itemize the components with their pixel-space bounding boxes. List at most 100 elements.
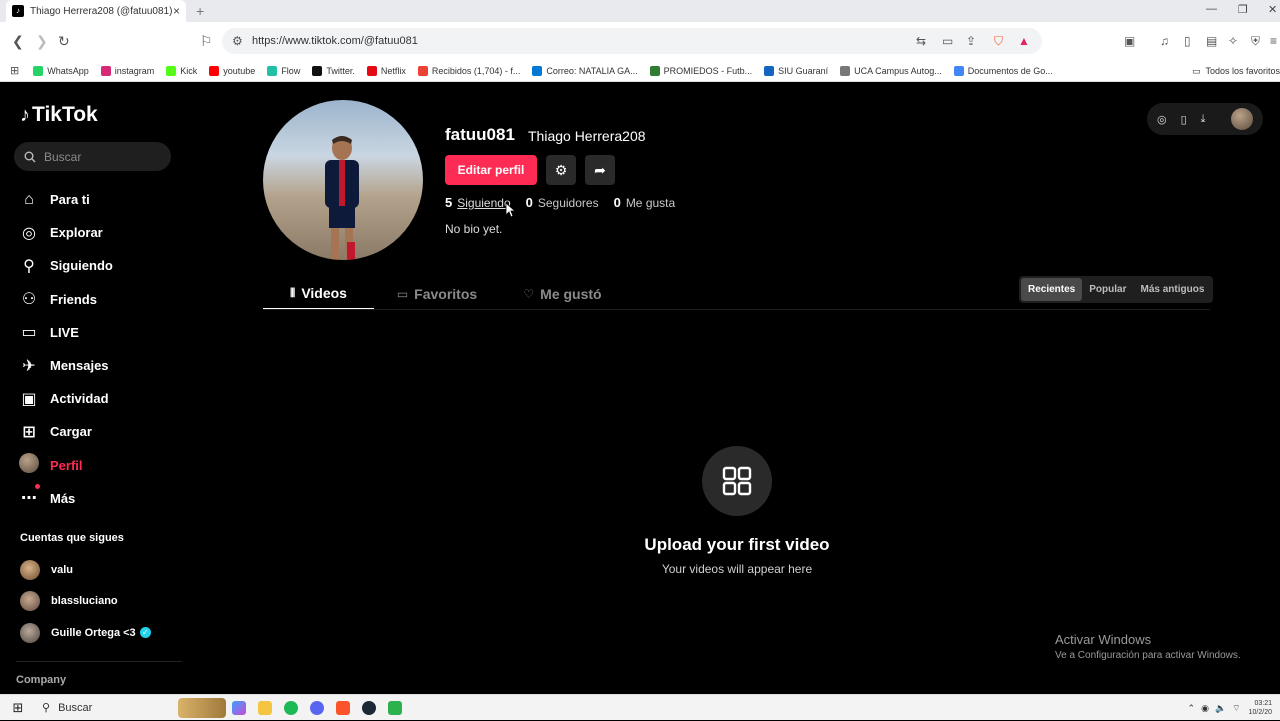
bookmark-item[interactable]: UCA Campus Autog... [840,65,942,76]
following-account-guille[interactable]: Guille Ortega <3 ✓ [20,617,151,649]
sidebar-item-explorar[interactable]: ◎ Explorar [18,216,188,249]
vpn-icon[interactable]: ⛨ [1251,34,1260,49]
tab-videos[interactable]: ⦀ Videos [263,278,374,310]
sidebar-item-para-ti[interactable]: ⌂ Para ti [18,183,188,216]
bookmark-item[interactable]: Flow [267,65,300,76]
back-icon[interactable]: ❮ [12,33,24,50]
sidebar-item-actividad[interactable]: ▣ Actividad [18,382,188,415]
close-tab-icon[interactable]: × [173,4,180,18]
bookmark-item[interactable]: Kick [166,65,198,76]
volume-icon[interactable]: 🔈 [1215,703,1226,714]
search-input[interactable] [44,149,154,164]
sort-toggle: Recientes Popular Más antiguos [1019,276,1214,303]
wallet-icon[interactable]: ▤ [1206,34,1217,48]
bookmark-item[interactable]: Recibidos (1,704) - f... [417,65,520,76]
cast-icon[interactable]: ▭ [942,34,953,48]
settings-button[interactable]: ⚙ [546,155,576,185]
chevron-up-icon[interactable]: ⌃ [1188,703,1196,714]
sidebar-toggle-icon[interactable]: ▣ [1124,34,1135,48]
bookmark-favicon-icon [649,65,660,76]
browser-tab[interactable]: ♪ Thiago Herrera208 (@fatuu081) × [6,0,186,22]
bookmark-item[interactable]: Netflix [366,65,406,76]
bookmark-item[interactable]: Correo: NATALIA GA... [532,65,638,76]
avatar [20,559,40,580]
sidebar-item-siguiendo[interactable]: ⚲ Siguiendo [18,249,188,282]
new-tab-icon[interactable]: + [196,3,204,19]
tab-label: Videos [301,285,347,301]
sidebar-item-mensajes[interactable]: ✈ Mensajes [18,349,188,382]
discord-icon[interactable] [304,695,330,721]
download-icon[interactable]: ⤓ [1201,113,1206,126]
site-settings-icon[interactable]: ⚙ [232,34,243,48]
sidebar-item-friends[interactable]: ⚇ Friends [18,283,188,316]
bookmark-favicon-icon [33,65,44,76]
profile-bio: No bio yet. [445,222,503,236]
leo-ai-icon[interactable]: ✧ [1228,34,1238,48]
avatar[interactable] [1231,108,1253,130]
address-bar-row: ❮ ❯ ↻ ⚐ https://www.tiktok.com/@fatuu081… [0,22,1280,60]
sidebar-item-perfil[interactable]: Perfil [18,449,188,482]
bookmark-item[interactable]: WhatsApp [33,65,89,76]
reload-icon[interactable]: ↻ [58,33,70,50]
bookmark-icon[interactable]: ⚐ [200,33,213,50]
brave-browser-icon[interactable] [330,695,356,721]
bookmark-item[interactable]: instagram [100,65,154,76]
network-icon[interactable]: ◉ [1201,703,1209,714]
sidebar-item-cargar[interactable]: ⊞ Cargar [18,415,188,448]
reader-icon[interactable]: ▯ [1184,34,1191,48]
bookmark-label: Kick [180,65,198,76]
share-profile-button[interactable]: ➦ [585,155,615,185]
sort-recientes[interactable]: Recientes [1021,278,1083,301]
menu-icon[interactable]: ≡ [1270,34,1277,48]
copilot-app-icon[interactable] [226,695,252,721]
tab-favoritos[interactable]: ▭ Favoritos [374,278,500,310]
sort-mas-antiguos[interactable]: Más antiguos [1133,278,1211,301]
close-window-icon[interactable]: ✕ [1268,3,1277,16]
forward-icon[interactable]: ❯ [36,33,48,50]
sort-popular[interactable]: Popular [1082,278,1133,301]
wifi-icon[interactable]: ⌔ [1232,703,1240,714]
bookmark-label: Twitter. [326,65,355,76]
steam-icon[interactable] [356,695,382,721]
translate-icon[interactable]: ⇆ [916,34,926,48]
app-icon[interactable] [382,695,408,721]
company-link[interactable]: Company [16,674,66,686]
profile-avatar[interactable] [263,100,423,260]
share-icon[interactable]: ⇪ [966,34,976,48]
brave-shield-icon[interactable]: ⛉ [994,34,1003,49]
compass-icon[interactable]: ◎ [1157,113,1167,126]
bookmark-item[interactable]: PROMIEDOS - Futb... [649,65,752,76]
maximize-icon[interactable]: ❐ [1238,3,1248,16]
spotify-icon[interactable] [278,695,304,721]
edit-profile-button[interactable]: Editar perfil [445,155,537,185]
more-icon: ⋯ [18,484,40,508]
following-stat[interactable]: 5 Siguiendo [445,195,511,210]
apps-icon[interactable]: ⊞ [10,64,19,77]
clock[interactable]: 03:21 10/2/20 [1249,699,1272,717]
windows-start-icon[interactable]: ⊞ [0,700,36,716]
all-bookmarks[interactable]: ▭ Todos los favoritos [1192,60,1280,82]
following-account-valu[interactable]: valu [20,554,151,586]
media-icon[interactable]: ♫ [1160,34,1169,48]
followers-stat[interactable]: 0 Seguidores [526,195,599,210]
bookmark-item[interactable]: Documentos de Go... [953,65,1053,76]
bookmark-item[interactable]: SIU Guaraní [764,65,828,76]
mobile-icon[interactable]: ▯ [1181,113,1187,126]
bookmark-item[interactable]: youtube [209,65,255,76]
following-account-blassluciano[interactable]: blassluciano [20,586,151,618]
sidebar-item-label: Perfil [50,457,83,473]
sidebar-item-live[interactable]: ▭ LIVE [18,316,188,349]
search-box[interactable] [14,142,171,171]
following-accounts-list: valu blassluciano Guille Ortega <3 ✓ [20,554,151,649]
tiktok-logo[interactable]: ♪ TikTok [20,103,98,127]
file-explorer-icon[interactable] [252,695,278,721]
following-icon: ⚲ [23,257,35,275]
empty-state-title: Upload your first video [644,535,830,554]
brave-rewards-icon[interactable]: ▲ [1018,34,1030,48]
tab-me-gusto[interactable]: ♡ Me gustó [500,278,625,310]
sidebar-item-mas[interactable]: ⋯ Más [18,482,188,515]
minimize-icon[interactable]: — [1206,3,1217,15]
bookmark-item[interactable]: Twitter. [312,65,355,76]
taskbar-search[interactable]: ⚲ Buscar [36,695,226,721]
compass-icon: ◎ [22,224,36,242]
